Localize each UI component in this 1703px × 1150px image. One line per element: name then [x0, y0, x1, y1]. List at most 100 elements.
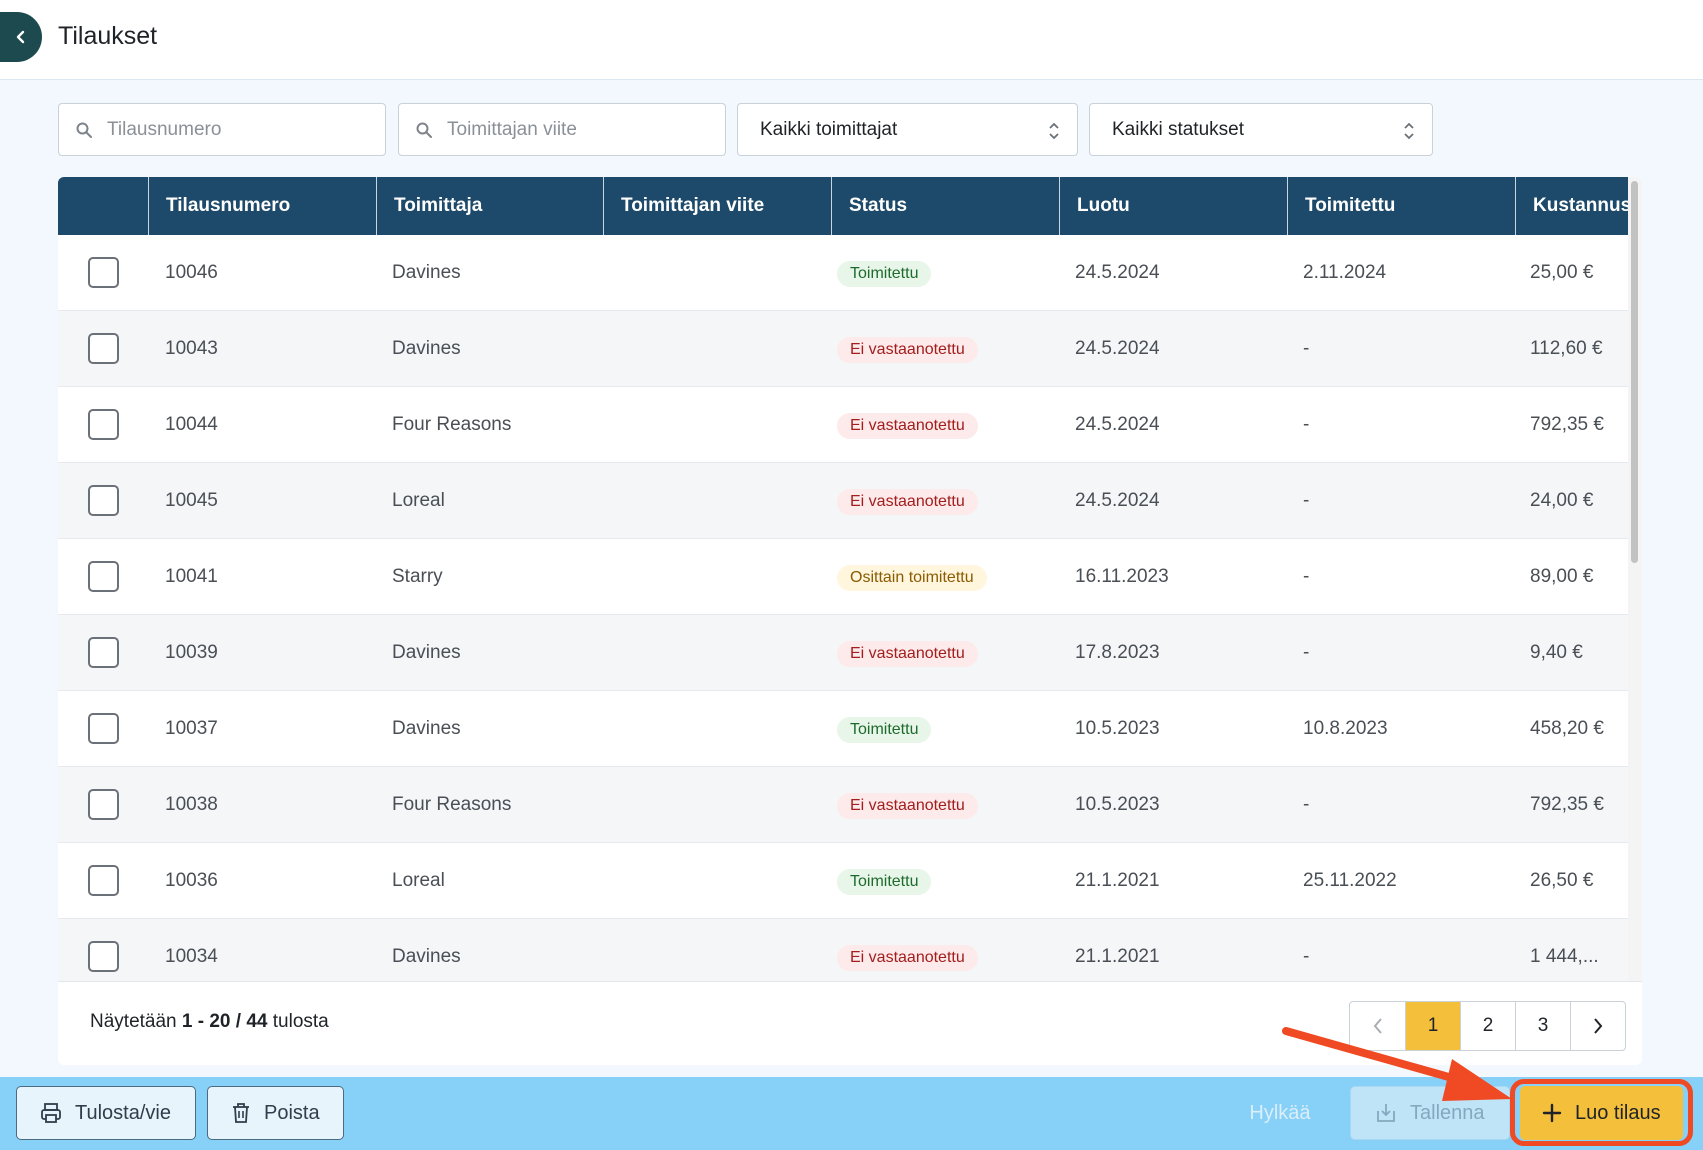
supplier-cell: Four Reasons — [392, 794, 512, 815]
supplier-cell: Loreal — [392, 870, 445, 891]
created-date-cell: 16.11.2023 — [1075, 566, 1169, 587]
row-checkbox[interactable] — [88, 409, 119, 440]
row-checkbox[interactable] — [88, 865, 119, 896]
cost-cell: 26,50 € — [1530, 870, 1594, 891]
row-checkbox[interactable] — [88, 789, 119, 820]
created-date-cell: 24.5.2024 — [1075, 414, 1160, 435]
cost-cell: 24,00 € — [1530, 490, 1594, 511]
results-range: 1 - 20 — [181, 1011, 231, 1032]
supplier-ref-search-input[interactable]: Toimittajan viite — [398, 103, 726, 156]
created-date-cell: 21.1.2021 — [1075, 870, 1160, 891]
supplier-cell: Davines — [392, 338, 461, 359]
column-header-supplier-ref[interactable]: Toimittajan viite — [603, 177, 831, 235]
trash-icon — [230, 1101, 252, 1125]
row-checkbox[interactable] — [88, 713, 119, 744]
column-header-cost[interactable]: Kustannus — [1515, 177, 1628, 235]
order-number-cell: 10046 — [165, 262, 218, 283]
scrollbar-thumb[interactable] — [1631, 181, 1638, 563]
chevron-right-icon — [1594, 1018, 1603, 1034]
supplier-cell: Starry — [392, 566, 443, 587]
row-checkbox[interactable] — [88, 333, 119, 364]
results-prefix: Näytetään — [90, 1011, 177, 1032]
created-date-cell: 17.8.2023 — [1075, 642, 1160, 663]
delivered-date-cell: 10.8.2023 — [1303, 718, 1388, 739]
supplier-ref-placeholder: Toimittajan viite — [447, 118, 577, 140]
table-row[interactable]: 10041 Starry Osittain toimitettu 16.11.2023… — [58, 539, 1628, 615]
row-checkbox[interactable] — [88, 485, 119, 516]
table-header: Tilausnumero Toimittaja Toimittajan viit… — [58, 177, 1628, 235]
table-row[interactable]: 10036 Loreal Toimitettu 21.1.2021 25.11.2022… — [58, 843, 1628, 919]
delivered-date-cell: - — [1303, 566, 1310, 587]
created-date-cell: 24.5.2024 — [1075, 490, 1160, 511]
table-scrollbar[interactable] — [1628, 177, 1642, 981]
column-header-delivered[interactable]: Toimitettu — [1287, 177, 1515, 235]
supplier-cell: Loreal — [392, 490, 445, 511]
table-row[interactable]: 10037 Davines Toimitettu 10.5.2023 10.8.2023… — [58, 691, 1628, 767]
chevron-left-icon — [16, 30, 25, 44]
annotation-highlight-box — [1510, 1079, 1693, 1146]
table-row[interactable]: 10034 Davines Ei vastaanotettu 21.1.2021 - 1 … — [58, 919, 1628, 981]
table-row[interactable]: 10043 Davines Ei vastaanotettu 24.5.2024 - 11… — [58, 311, 1628, 387]
print-export-label: Tulosta/vie — [75, 1101, 171, 1124]
delete-button[interactable]: Poista — [207, 1086, 344, 1140]
supplier-cell: Davines — [392, 262, 461, 283]
order-number-cell: 10034 — [165, 946, 218, 967]
order-number-cell: 10039 — [165, 642, 218, 663]
table-row[interactable]: 10045 Loreal Ei vastaanotettu 24.5.2024 - 24,… — [58, 463, 1628, 539]
next-page-button[interactable] — [1570, 1002, 1625, 1050]
cost-cell: 89,00 € — [1530, 566, 1594, 587]
search-icon — [415, 121, 433, 139]
status-badge: Ei vastaanotettu — [837, 413, 978, 439]
created-date-cell: 24.5.2024 — [1075, 262, 1160, 283]
table-row[interactable]: 10046 Davines Toimitettu 24.5.2024 2.11.2024… — [58, 235, 1628, 311]
created-date-cell: 24.5.2024 — [1075, 338, 1160, 359]
status-badge: Ei vastaanotettu — [837, 793, 978, 819]
row-checkbox[interactable] — [88, 941, 119, 972]
cost-cell: 112,60 € — [1530, 338, 1603, 359]
page-title: Tilaukset — [58, 22, 158, 50]
print-export-button[interactable]: Tulosta/vie — [16, 1086, 196, 1140]
status-badge: Ei vastaanotettu — [837, 945, 978, 971]
order-number-cell: 10038 — [165, 794, 218, 815]
results-summary: Näytetään 1 - 20 / 44 tulosta — [90, 1011, 329, 1033]
status-badge: Ei vastaanotettu — [837, 337, 978, 363]
cost-cell: 1 444,... — [1530, 946, 1599, 967]
back-button[interactable] — [0, 12, 42, 62]
row-checkbox[interactable] — [88, 257, 119, 288]
order-number-cell: 10044 — [165, 414, 218, 435]
supplier-cell: Davines — [392, 642, 461, 663]
column-header-created[interactable]: Luotu — [1059, 177, 1287, 235]
delivered-date-cell: - — [1303, 338, 1310, 359]
status-badge: Ei vastaanotettu — [837, 489, 978, 515]
order-number-search-input[interactable]: Tilausnumero — [58, 103, 386, 156]
table-row[interactable]: 10044 Four Reasons Ei vastaanotettu 24.5.20… — [58, 387, 1628, 463]
status-badge: Osittain toimitettu — [837, 565, 987, 591]
order-number-cell: 10043 — [165, 338, 218, 359]
column-header-supplier[interactable]: Toimittaja — [376, 177, 603, 235]
delivered-date-cell: - — [1303, 414, 1310, 435]
results-suffix: tulosta — [272, 1011, 329, 1032]
status-badge: Toimitettu — [837, 869, 932, 895]
cost-cell: 25,00 € — [1530, 262, 1594, 283]
delivered-date-cell: - — [1303, 642, 1310, 663]
orders-table: Tilausnumero Toimittaja Toimittajan viit… — [58, 177, 1642, 1065]
created-date-cell: 21.1.2021 — [1075, 946, 1160, 967]
supplier-select[interactable]: Kaikki toimittajat — [737, 103, 1078, 156]
status-badge: Toimitettu — [837, 261, 932, 287]
delivered-date-cell: - — [1303, 946, 1310, 967]
column-header-order-number[interactable]: Tilausnumero — [148, 177, 376, 235]
status-select[interactable]: Kaikki statukset — [1089, 103, 1433, 156]
order-number-cell: 10036 — [165, 870, 218, 891]
created-date-cell: 10.5.2023 — [1075, 794, 1160, 815]
row-checkbox[interactable] — [88, 637, 119, 668]
delete-label: Poista — [264, 1101, 320, 1124]
row-checkbox[interactable] — [88, 561, 119, 592]
cost-cell: 458,20 € — [1530, 718, 1604, 739]
cost-cell: 792,35 € — [1530, 414, 1604, 435]
table-row[interactable]: 10038 Four Reasons Ei vastaanotettu 10.5.20… — [58, 767, 1628, 843]
column-header-status[interactable]: Status — [831, 177, 1059, 235]
table-row[interactable]: 10039 Davines Ei vastaanotettu 17.8.2023 - 9,… — [58, 615, 1628, 691]
order-number-cell: 10037 — [165, 718, 218, 739]
page-button-3[interactable]: 3 — [1515, 1002, 1570, 1050]
status-badge: Ei vastaanotettu — [837, 641, 978, 667]
